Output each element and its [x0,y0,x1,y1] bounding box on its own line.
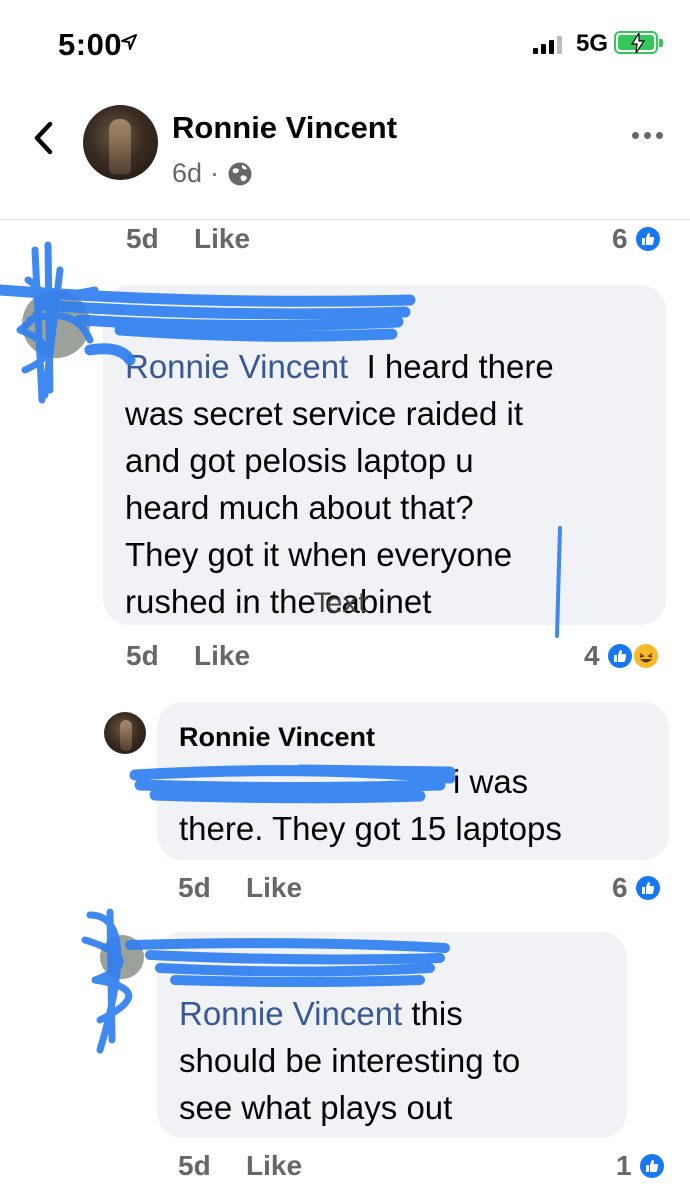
reply-text-line: should be interesting to [179,1042,521,1079]
comment-time[interactable]: 5d [178,872,211,904]
meta-separator: · [210,158,220,188]
commenter-avatar[interactable] [22,290,90,358]
reaction-count[interactable]: 1 [616,1150,632,1182]
like-reaction-icon [606,642,634,670]
reply-author-avatar[interactable] [104,712,146,754]
like-button[interactable]: Like [246,1150,302,1182]
like-button[interactable]: Like [246,872,302,904]
back-chevron-icon[interactable] [30,120,56,156]
comment-text-line: I heard there [366,348,554,385]
globe-icon [228,162,252,185]
reply-bubble: Ronnie Vincent this should be interestin… [157,932,627,1138]
haha-reaction-icon [632,642,660,670]
post-age[interactable]: 6d [172,158,202,189]
like-button[interactable]: Like [194,223,250,255]
mention-link[interactable]: Ronnie Vincent [125,348,348,385]
reply-text: Ronnie Vincent this should be interestin… [179,990,619,1131]
charging-bolt-icon [630,33,646,53]
markup-text-overlay: Text [314,588,369,619]
reply-text-line: see what plays out [179,1089,453,1126]
comment-text-line: rushed in the cabinet [125,583,432,620]
reply-text-line: i was [453,763,529,800]
reply-text-line: this [411,995,463,1032]
comment-text-line: was secret service raided it [125,395,523,432]
comment-text-line: They got it when everyone [125,536,513,573]
reply-meta-row: 5d Like 1 [178,1150,668,1186]
reaction-count[interactable]: 6 [612,223,628,255]
network-label: 5G [576,30,609,57]
like-reaction-icon [634,874,662,902]
reply-text-line: there. They got 15 laptops [179,810,562,847]
mention-link[interactable]: Ronnie Vincent [179,995,402,1032]
more-options-icon[interactable] [632,132,663,139]
like-reaction-icon [638,1152,666,1180]
comment-text-line: heard much about that? [125,489,474,526]
post-meta: 6d · [172,158,253,189]
comment-text: Ronnie Vincent I heard there was secret … [125,343,655,625]
like-reaction-icon [634,225,662,253]
battery-icon [614,31,663,54]
location-arrow-icon [121,34,137,50]
reply-bubble: Ronnie Vincent i was there. They got 15 … [157,702,669,860]
like-button[interactable]: Like [194,640,250,672]
commenter-avatar[interactable] [100,935,144,979]
comment-meta-row: 5d Like 6 [126,223,666,259]
comment-bubble: Ronnie Vincent I heard there was secret … [103,285,666,625]
signal-icon [533,36,562,54]
reaction-count[interactable]: 4 [584,640,600,672]
comment-time[interactable]: 5d [178,1150,211,1182]
author-avatar[interactable] [83,105,158,180]
status-time: 5:00 [58,27,123,62]
reaction-count[interactable]: 6 [612,872,628,904]
comment-meta-row: 5d Like 4 [126,640,666,676]
comment-time[interactable]: 5d [126,223,159,255]
comment-text-line: and got pelosis laptop u [125,442,474,479]
status-bar: 5:00 5G [0,0,690,90]
reply-meta-row: 5d Like 6 [178,872,668,908]
reply-author-name[interactable]: Ronnie Vincent [179,722,375,753]
comment-time[interactable]: 5d [126,640,159,672]
post-header: Ronnie Vincent 6d · [0,100,690,220]
author-name[interactable]: Ronnie Vincent [172,110,397,146]
reply-text: i was there. They got 15 laptops [179,758,659,852]
